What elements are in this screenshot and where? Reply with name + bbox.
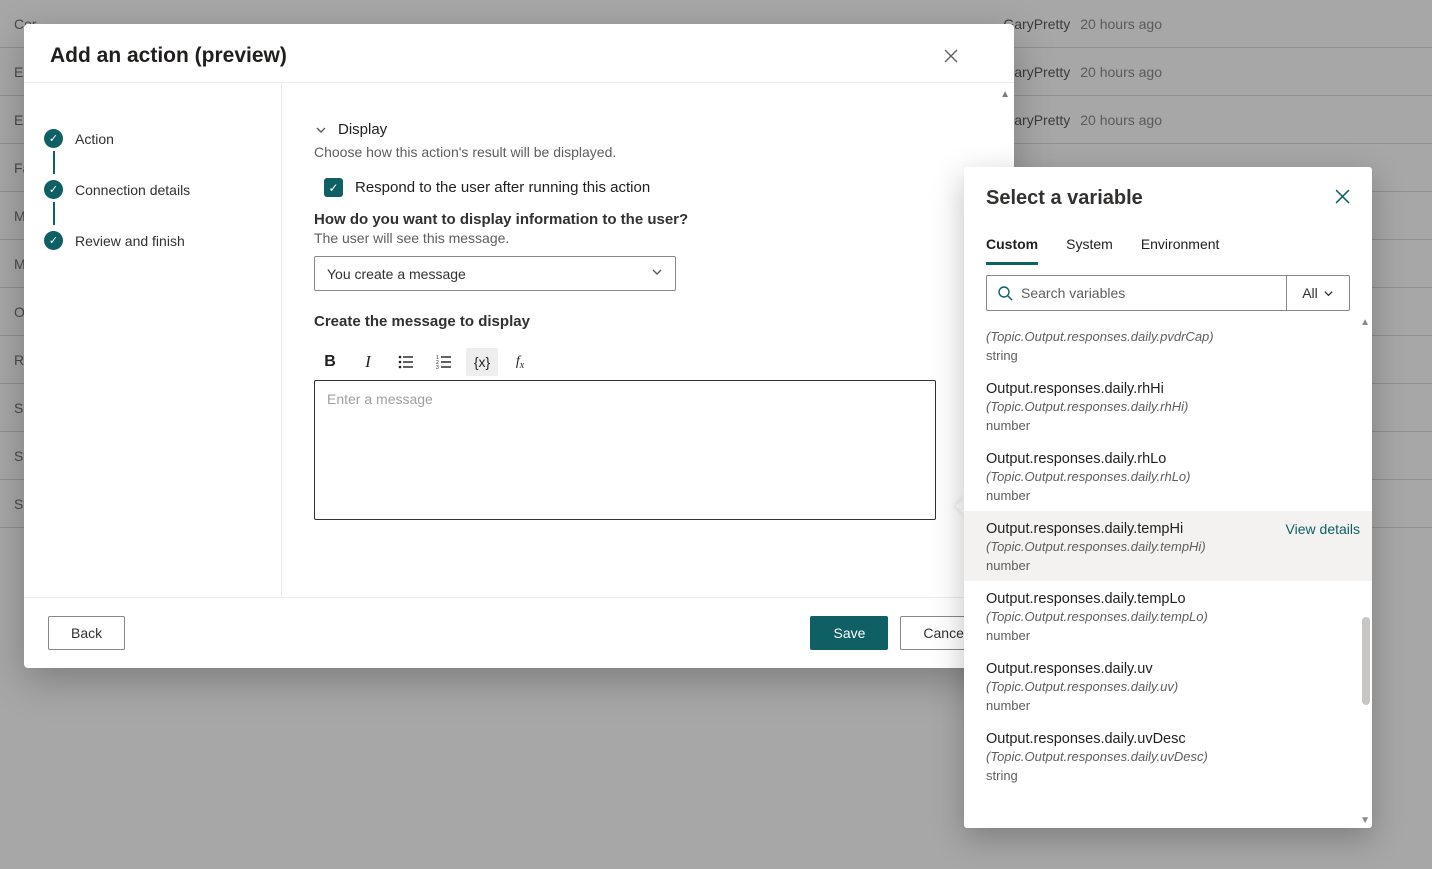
check-icon: ✓: [44, 231, 63, 250]
variable-type: number: [986, 698, 1358, 713]
step-review-finish[interactable]: ✓ Review and finish: [44, 223, 261, 274]
back-button[interactable]: Back: [48, 616, 125, 650]
variable-path: (Topic.Output.responses.daily.uv): [986, 679, 1358, 694]
insert-variable-button[interactable]: {x}: [466, 348, 498, 376]
variable-name: Output.responses.daily.uv: [986, 661, 1358, 677]
how-display-sub: The user will see this message.: [314, 230, 982, 246]
create-message-label: Create the message to display: [314, 313, 982, 330]
tab-custom[interactable]: Custom: [986, 228, 1038, 265]
scroll-down-icon[interactable]: ▼: [1360, 815, 1370, 826]
insert-formula-button[interactable]: fx: [504, 348, 536, 376]
chevron-down-icon: [314, 123, 328, 137]
variable-item[interactable]: (Topic.Output.responses.daily.pvdrCap) st…: [986, 317, 1364, 371]
search-placeholder: Search variables: [1021, 285, 1125, 301]
check-icon: ✓: [44, 129, 63, 148]
variable-type: number: [986, 628, 1358, 643]
save-button[interactable]: Save: [810, 616, 888, 650]
variable-type: string: [986, 768, 1358, 783]
modified-time: 20 hours ago: [1080, 64, 1162, 80]
variable-name: Output.responses.daily.rhHi: [986, 381, 1358, 397]
variable-path: (Topic.Output.responses.daily.tempHi): [986, 539, 1360, 554]
editor-toolbar: B I 123 {x} fx: [314, 348, 982, 376]
variable-item[interactable]: Output.responses.daily.uvDesc (Topic.Outp…: [986, 721, 1364, 791]
close-icon[interactable]: [1335, 189, 1350, 209]
close-icon[interactable]: [940, 45, 962, 67]
display-mode-select[interactable]: You create a message: [314, 256, 676, 291]
italic-button[interactable]: I: [352, 348, 384, 376]
message-textbox[interactable]: Enter a message: [314, 380, 936, 520]
variable-list[interactable]: ▲ ▼ (Topic.Output.responses.daily.pvdrCa…: [964, 315, 1372, 828]
display-section-toggle[interactable]: Display: [314, 121, 982, 138]
add-action-modal: Add an action (preview) ✓ Action ✓ Conne…: [24, 24, 1014, 668]
how-display-heading: How do you want to display information t…: [314, 211, 982, 228]
variable-path: (Topic.Output.responses.daily.rhLo): [986, 469, 1358, 484]
popover-title: Select a variable: [986, 187, 1143, 210]
chevron-down-icon: [1323, 288, 1334, 299]
section-description: Choose how this action's result will be …: [314, 144, 982, 160]
section-label: Display: [338, 121, 387, 138]
tab-system[interactable]: System: [1066, 228, 1113, 265]
check-icon: ✓: [44, 180, 63, 199]
variable-path: (Topic.Output.responses.daily.rhHi): [986, 399, 1358, 414]
background-row-meta: GaryPretty20 hours ago: [1003, 112, 1162, 128]
variable-type: number: [986, 488, 1358, 503]
view-details-link[interactable]: View details: [1286, 521, 1360, 537]
search-icon: [997, 285, 1013, 301]
variable-type: number: [986, 558, 1360, 573]
variable-filter-select[interactable]: All: [1286, 275, 1350, 311]
modal-content: ▲ Display Choose how this action's resul…: [282, 83, 1014, 597]
variable-item[interactable]: Output.responses.daily.tempHi(Topic.Outp…: [964, 511, 1372, 581]
variable-name: Output.responses.daily.rhLo: [986, 451, 1358, 467]
unordered-list-button[interactable]: [390, 348, 422, 376]
step-label: Review and finish: [75, 233, 185, 249]
ordered-list-button[interactable]: 123: [428, 348, 460, 376]
modal-title: Add an action (preview): [50, 44, 287, 68]
step-label: Action: [75, 131, 114, 147]
variable-path: (Topic.Output.responses.daily.uvDesc): [986, 749, 1358, 764]
select-value: You create a message: [327, 266, 466, 282]
step-action[interactable]: ✓ Action: [44, 121, 261, 172]
variable-path: (Topic.Output.responses.daily.tempLo): [986, 609, 1358, 624]
svg-text:3: 3: [436, 365, 439, 369]
chevron-down-icon: [651, 266, 663, 281]
variable-picker-popover: Select a variable Custom System Environm…: [964, 167, 1372, 828]
variable-name: Output.responses.daily.tempLo: [986, 591, 1358, 607]
step-connection-details[interactable]: ✓ Connection details: [44, 172, 261, 223]
step-label: Connection details: [75, 182, 190, 198]
variable-item[interactable]: Output.responses.daily.uv (Topic.Output.r…: [986, 651, 1364, 721]
variable-item[interactable]: Output.responses.daily.rhHi (Topic.Output…: [986, 371, 1364, 441]
popover-tabs: Custom System Environment: [964, 228, 1372, 265]
background-row-meta: GaryPretty20 hours ago: [1003, 64, 1162, 80]
search-variables-input[interactable]: Search variables: [986, 275, 1286, 311]
scroll-up-icon[interactable]: ▲: [1000, 89, 1010, 100]
respond-checkbox[interactable]: ✓: [324, 178, 343, 197]
variable-path: (Topic.Output.responses.daily.pvdrCap): [986, 329, 1358, 344]
variable-name: Output.responses.daily.uvDesc: [986, 731, 1358, 747]
modified-time: 20 hours ago: [1080, 112, 1162, 128]
background-row-meta: GaryPretty20 hours ago: [1003, 16, 1162, 32]
variable-type: number: [986, 418, 1358, 433]
variable-item[interactable]: Output.responses.daily.tempLo (Topic.Outp…: [986, 581, 1364, 651]
modified-time: 20 hours ago: [1080, 16, 1162, 32]
tab-environment[interactable]: Environment: [1141, 228, 1220, 265]
respond-checkbox-label: Respond to the user after running this a…: [355, 179, 650, 196]
bold-button[interactable]: B: [314, 348, 346, 376]
variable-type: string: [986, 348, 1358, 363]
wizard-steps: ✓ Action ✓ Connection details ✓ Review a…: [24, 83, 282, 597]
filter-label: All: [1302, 285, 1318, 301]
variable-item[interactable]: Output.responses.daily.rhLo (Topic.Output…: [986, 441, 1364, 511]
